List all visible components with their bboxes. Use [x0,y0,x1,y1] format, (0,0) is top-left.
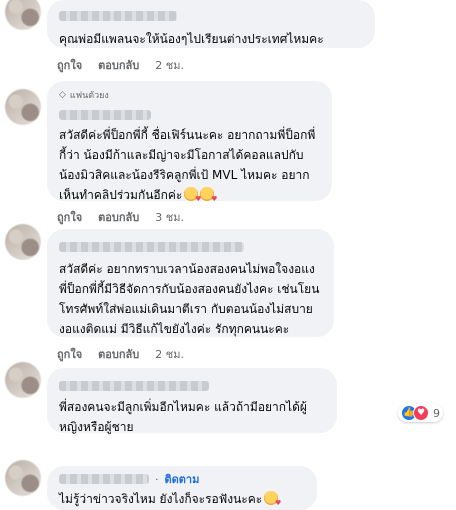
commenter-name-redacted[interactable] [59,236,322,255]
comment-time[interactable]: 3 ชม. [155,208,184,226]
comment-text: คุณพ่อมีแพลนจะให้น้องๆไปเรียนต่างประเทศไ… [59,32,324,46]
comment-text: สวัสดีค่ะ อยากทราบเวลาน้องสองคนไม่พอใจงอ… [59,262,320,336]
comment-text: ไม่รู้ว่าข่าวจริงไหม ยังไงก็จะรอฟังนะคะ [59,489,305,509]
avatar[interactable] [5,362,41,398]
comment-actions: ถูกใจ ตอบกลับ 2 ชม. [57,56,184,74]
smiling-face-with-hearts-icon [184,187,201,203]
reaction-count: 9 [433,406,440,420]
diamond-icon: ◇ [59,90,66,100]
reaction-summary[interactable]: 👍 ♥ 9 [398,404,443,422]
comment-text: สวัสดีค่ะพี่ป็อกพี่กี้ ชื่อเฟิร์นนะคะ อย… [59,125,320,205]
commenter-name-redacted[interactable] [59,104,320,123]
comment-text-content: ไม่รู้ว่าข่าวจริงไหม ยังไงก็จะรอฟังนะคะ [59,492,263,506]
comment-actions: ถูกใจ ตอบกลับ 3 ชม. [57,208,184,226]
commenter-name-redacted[interactable] [59,474,149,484]
comment-bubble: ◇ แฟนตัวยง สวัสดีค่ะพี่ป็อกพี่กี้ ชื่อเฟ… [47,81,332,203]
separator: · [155,472,159,486]
smiling-face-with-hearts-icon [264,491,281,507]
top-fan-label: แฟนตัวยง [69,91,109,101]
commenter-name-redacted[interactable] [59,375,325,394]
commenter-header: · ติดตาม [59,470,305,488]
reply-button[interactable]: ตอบกลับ [98,208,139,226]
like-button[interactable]: ถูกใจ [57,345,82,363]
comment-time[interactable]: 2 ชม. [155,345,184,363]
commenter-name-redacted[interactable] [59,5,363,24]
comment-actions: ถูกใจ ตอบกลับ 2 ชม. [57,345,184,363]
smiling-face-with-hearts-icon [200,187,217,203]
comment-text: พี่สองคนจะมีลูกเพิ่มอีกไหมคะ แล้วถ้ามีอย… [59,400,307,434]
avatar[interactable] [5,460,41,496]
comment-bubble: พี่สองคนจะมีลูกเพิ่มอีกไหมคะ แล้วถ้ามีอย… [47,368,337,434]
comment-time[interactable]: 2 ชม. [155,56,184,74]
avatar[interactable] [5,0,41,30]
avatar[interactable] [5,224,41,260]
reply-button[interactable]: ตอบกลับ [98,56,139,74]
like-button[interactable]: ถูกใจ [57,56,82,74]
reply-button[interactable]: ตอบกลับ [98,345,139,363]
love-reaction-icon: ♥ [413,405,429,421]
comment-bubble: สวัสดีค่ะ อยากทราบเวลาน้องสองคนไม่พอใจงอ… [47,229,334,337]
comment-bubble: คุณพ่อมีแพลนจะให้น้องๆไปเรียนต่างประเทศไ… [47,0,375,48]
comment-bubble: · ติดตาม ไม่รู้ว่าข่าวจริงไหม ยังไงก็จะร… [47,466,317,510]
avatar[interactable] [5,89,41,125]
top-fan-badge: ◇ แฟนตัวยง [59,88,320,102]
like-button[interactable]: ถูกใจ [57,208,82,226]
follow-button[interactable]: ติดตาม [165,470,200,488]
